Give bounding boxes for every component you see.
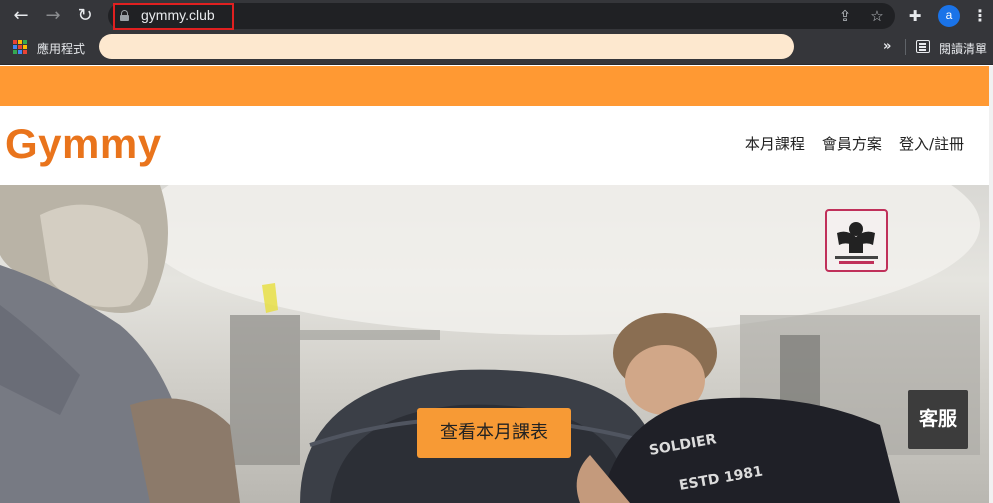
apps-grid-icon[interactable] [13, 40, 27, 54]
bookmarks-overflow-icon[interactable]: » [883, 39, 891, 54]
browser-toolbar: ← → ↻ gymmy.club ⇪ ☆ ✚ a ⋮ [0, 0, 993, 32]
bookmark-star-icon[interactable]: ☆ [868, 7, 886, 25]
main-nav: 本月課程 會員方案 登入/註冊 [745, 133, 964, 154]
hero-video: SOLDIER ESTD 1981 查看本月課表 客服 [0, 185, 989, 503]
muscle-gym-logo [825, 209, 888, 272]
profile-avatar[interactable]: a [938, 5, 960, 27]
nav-membership-plans[interactable]: 會員方案 [822, 133, 882, 154]
apps-label[interactable]: 應用程式 [37, 40, 85, 57]
reading-list-icon[interactable] [916, 40, 930, 53]
forward-arrow-icon[interactable]: → [43, 6, 63, 26]
url-highlight-box [113, 3, 234, 30]
extensions-puzzle-icon[interactable]: ✚ [906, 7, 924, 25]
bookmarks-divider [905, 39, 906, 55]
customer-service-button[interactable]: 客服 [908, 390, 968, 449]
share-icon[interactable]: ⇪ [836, 7, 854, 25]
page-scrollbar[interactable] [989, 66, 993, 503]
web-page: Gymmy 本月課程 會員方案 登入/註冊 SOLDIER ESTD 1981 … [0, 66, 989, 503]
site-logo[interactable]: Gymmy [5, 120, 162, 168]
nav-monthly-courses[interactable]: 本月課程 [745, 133, 805, 154]
site-header: Gymmy 本月課程 會員方案 登入/註冊 [0, 106, 989, 185]
top-orange-banner [0, 66, 989, 106]
kebab-menu-icon[interactable]: ⋮ [972, 7, 988, 25]
nav-login-register[interactable]: 登入/註冊 [899, 133, 964, 154]
back-arrow-icon[interactable]: ← [11, 6, 31, 26]
bookmarks-bar: 應用程式 » 閱讀清單 [0, 32, 993, 65]
reload-icon[interactable]: ↻ [75, 6, 95, 26]
reading-list-label[interactable]: 閱讀清單 [939, 40, 987, 57]
bookmark-items-redacted [99, 34, 794, 59]
view-schedule-button[interactable]: 查看本月課表 [417, 408, 571, 458]
